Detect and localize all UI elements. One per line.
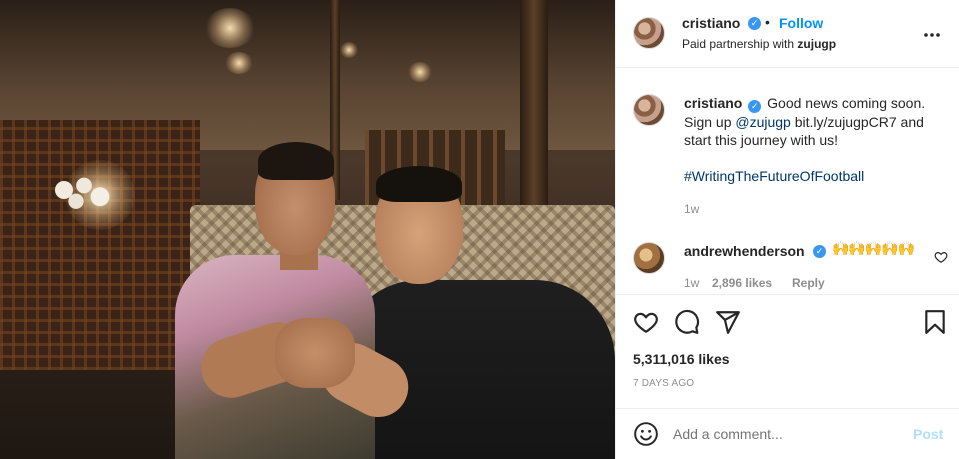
author-avatar[interactable] [633,17,665,49]
caption: cristiano ✓ Good news coming soon. Sign … [684,94,948,150]
verified-badge-icon: ✓ [748,100,762,113]
post-comment-button[interactable]: Post [913,426,943,442]
person-left-hair [258,142,334,180]
comment-emojis: 🙌🙌🙌🙌🙌 [832,240,915,256]
post-date[interactable]: 7 DAYS AGO [633,378,694,389]
caption-avatar[interactable] [633,94,665,126]
likes-count[interactable]: 5,311,016 likes [633,351,730,367]
ceiling-light [340,42,358,58]
flowers [40,172,120,217]
hashtag-link[interactable]: #WritingTheFutureOfFootball [684,168,864,184]
reply-button[interactable]: Reply [792,276,825,290]
ceiling-light [225,52,253,74]
ceiling-light [408,62,432,82]
comment-input[interactable] [673,426,893,442]
partnership-prefix: Paid partnership with [682,37,798,51]
ceiling-light [205,8,255,48]
heart-icon[interactable] [633,309,659,335]
author-username[interactable]: cristiano [682,15,740,31]
post-sidebar: cristiano ✓ • Follow Paid partnership wi… [615,0,959,459]
comment-time[interactable]: 1w [684,276,699,290]
comment-likes[interactable]: 2,896 likes [712,276,772,290]
mention-link[interactable]: @zujugp [735,114,790,130]
lattice-screen [0,120,200,370]
post-header: cristiano ✓ • Follow Paid partnership wi… [616,0,959,68]
caption-time[interactable]: 1w [684,202,699,216]
commenter-username[interactable]: andrewhenderson [684,243,805,259]
bookmark-icon[interactable] [922,309,948,335]
paid-partnership-label: Paid partnership with zujugp [682,37,836,51]
follow-button[interactable]: Follow [779,15,823,31]
post-photo[interactable] [0,0,615,459]
handshake [275,318,355,388]
separator-dot: • [765,14,770,30]
paper-plane-icon[interactable] [715,309,741,335]
verified-badge-icon: ✓ [813,245,826,258]
more-options-icon[interactable] [923,22,941,43]
smiley-icon[interactable] [633,421,659,447]
person-right-hair [376,166,462,202]
verified-badge-icon: ✓ [748,17,761,30]
partner-link[interactable]: zujugp [797,37,836,51]
commenter-avatar[interactable] [633,242,665,274]
comment-bubble-icon[interactable] [674,309,700,335]
caption-username[interactable]: cristiano [684,95,742,111]
comment-like-heart-icon[interactable] [934,250,948,264]
